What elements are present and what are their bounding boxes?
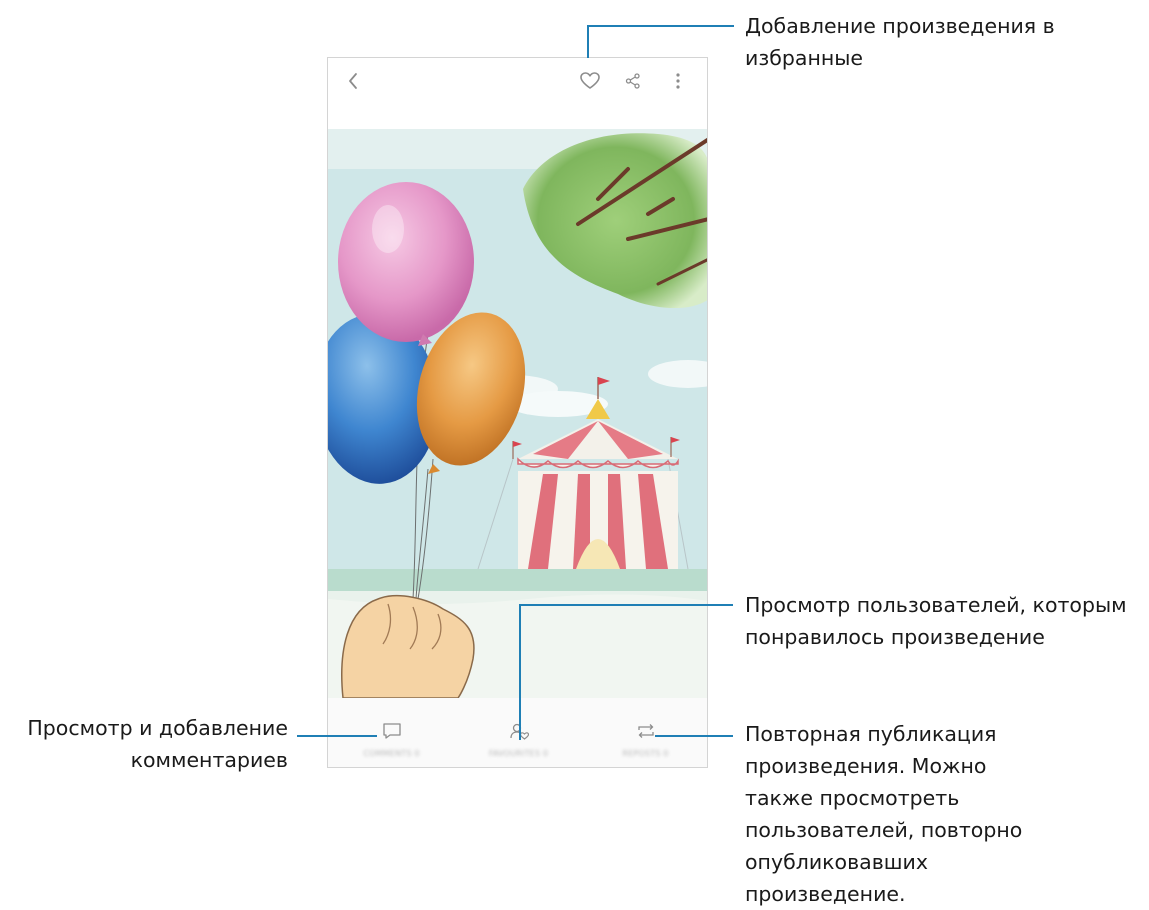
callout-repost: Повторная публикация произведения. Можно… xyxy=(745,722,1023,906)
app-bar xyxy=(328,58,707,103)
reposts-label: REPOSTS 0 xyxy=(622,749,669,758)
back-arrow-icon[interactable] xyxy=(342,70,364,92)
callout-line-repost xyxy=(655,735,733,737)
callout-comments: Просмотр и добавление комментариев xyxy=(27,716,288,772)
artwork-image xyxy=(328,129,707,698)
likes-label: FAVOURITES 0 xyxy=(488,749,549,758)
comments-button[interactable]: COMMENTS 0 xyxy=(328,698,455,767)
heart-icon[interactable] xyxy=(578,69,602,93)
callout-favorite: Добавление произведения в избранные xyxy=(745,14,1055,70)
callout-line-liked-vertical xyxy=(519,605,521,740)
callout-line-liked-horizontal xyxy=(519,604,733,606)
callout-line-comments xyxy=(297,735,377,737)
repost-button[interactable]: REPOSTS 0 xyxy=(582,698,707,767)
callout-liked-users: Просмотр пользователей, которым понравил… xyxy=(745,593,1127,649)
repost-icon xyxy=(637,724,654,738)
more-vertical-icon[interactable] xyxy=(668,69,688,93)
callout-line-favorite-horizontal xyxy=(587,25,734,27)
callout-line-favorite-vertical xyxy=(587,26,589,58)
comment-icon xyxy=(382,723,401,739)
phone-screen: COMMENTS 0 FAVOURITES 0 REPOSTS 0 xyxy=(327,57,708,768)
share-icon[interactable] xyxy=(621,69,645,93)
comments-label: COMMENTS 0 xyxy=(363,749,420,758)
bottom-action-bar: COMMENTS 0 FAVOURITES 0 REPOSTS 0 xyxy=(328,698,707,767)
